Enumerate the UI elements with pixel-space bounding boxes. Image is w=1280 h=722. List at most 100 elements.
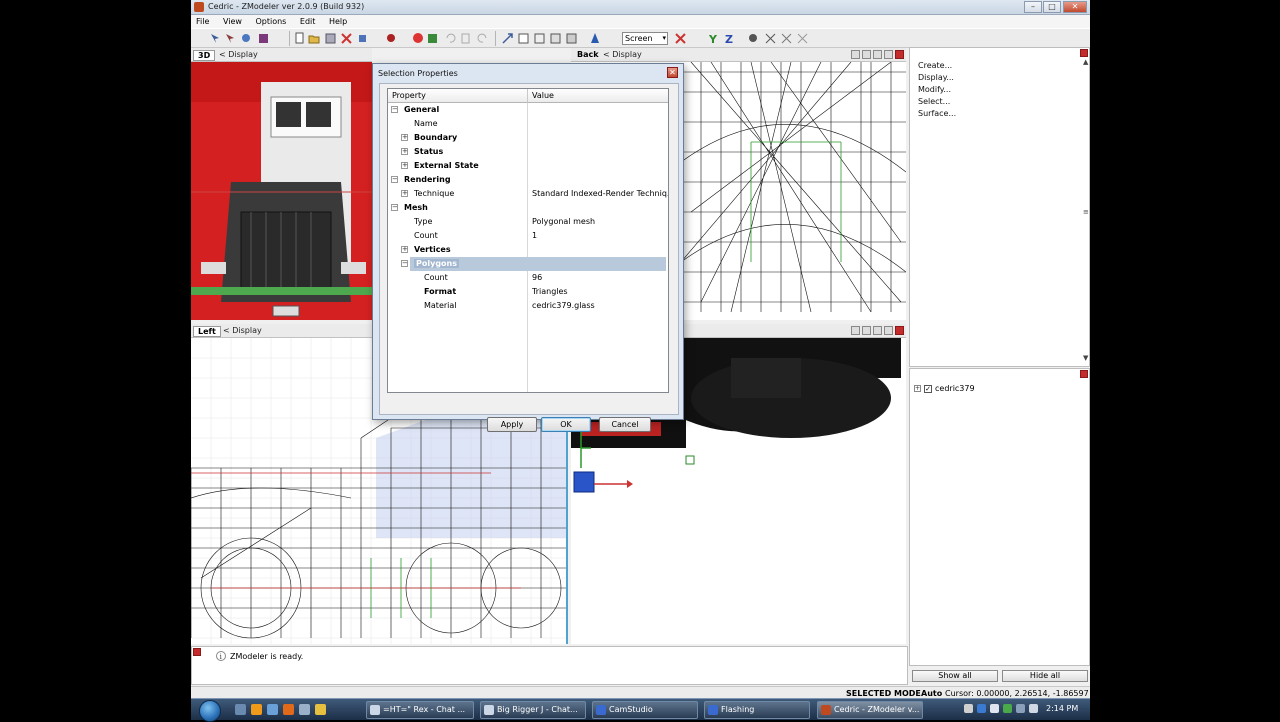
column-header-value[interactable]: Value <box>528 89 668 103</box>
maximize-view-icon[interactable] <box>884 50 893 59</box>
taskbar-item[interactable]: Flashing <box>704 701 810 719</box>
close-log-icon[interactable] <box>193 648 201 656</box>
cancel-button[interactable]: Cancel <box>599 417 651 432</box>
select-mode-icon[interactable] <box>257 32 270 45</box>
cmd-surface[interactable]: Surface... <box>918 108 1089 120</box>
folder-icon[interactable] <box>299 704 310 715</box>
viewport-display-menu[interactable]: < Display <box>219 50 258 59</box>
property-row[interactable]: + Vertices <box>388 243 668 257</box>
viewport-name[interactable]: 3D <box>193 50 216 61</box>
expand-icon[interactable]: + <box>401 148 408 155</box>
new-file-icon[interactable] <box>293 32 306 45</box>
viewport-name[interactable]: Back <box>573 50 603 61</box>
media-player-icon[interactable] <box>251 704 262 715</box>
close-view-icon[interactable] <box>895 326 904 335</box>
menu-options[interactable]: Options <box>255 15 286 28</box>
menu-file[interactable]: File <box>196 15 209 28</box>
network-icon[interactable] <box>1016 704 1025 713</box>
collapse-icon[interactable]: − <box>391 106 398 113</box>
property-value[interactable]: 1 <box>532 231 537 240</box>
pan-icon[interactable] <box>862 50 871 59</box>
view-3d-icon[interactable] <box>565 32 578 45</box>
select-add-icon[interactable] <box>224 32 237 45</box>
property-value[interactable]: Triangles <box>532 287 568 296</box>
property-row[interactable]: − General <box>388 103 668 117</box>
open-file-icon[interactable] <box>308 32 321 45</box>
move-tool-icon[interactable] <box>501 32 514 45</box>
select-tool-icon[interactable] <box>209 32 222 45</box>
cmd-modify[interactable]: Modify... <box>918 84 1089 96</box>
coordinate-system-select[interactable]: Screen ▾ <box>622 32 668 45</box>
copy-icon[interactable] <box>357 32 370 45</box>
collapse-icon[interactable]: − <box>391 176 398 183</box>
collapse-icon[interactable]: − <box>391 204 398 211</box>
property-row[interactable]: + External State <box>388 159 668 173</box>
cmd-select[interactable]: Select... <box>918 96 1089 108</box>
axis-lock-icon[interactable] <box>674 32 687 45</box>
viewport-3d[interactable]: 3D < Display <box>191 48 372 320</box>
menu-view[interactable]: View <box>223 15 242 28</box>
light-icon[interactable] <box>589 32 602 45</box>
expand-icon[interactable]: + <box>401 246 408 253</box>
redo-icon[interactable] <box>476 32 489 45</box>
taskbar-item[interactable]: =HT=" Rex - Chat ... <box>366 701 474 719</box>
close-panel-icon[interactable] <box>1080 49 1088 57</box>
rotate-view-icon[interactable] <box>873 326 882 335</box>
ok-button[interactable]: OK <box>541 417 591 432</box>
clipboard-icon[interactable] <box>459 32 472 45</box>
tray-expand-icon[interactable] <box>964 704 973 713</box>
tray-icon[interactable] <box>990 704 999 713</box>
dialog-close-button[interactable]: ✕ <box>667 67 678 78</box>
property-row[interactable]: Name <box>388 117 668 131</box>
maximize-button[interactable]: □ <box>1043 1 1061 13</box>
scroll-down-icon[interactable]: ▼ <box>1083 354 1088 362</box>
taskbar-clock[interactable]: 2:14 PM <box>1046 704 1078 713</box>
texture-icon[interactable] <box>426 32 439 45</box>
property-row[interactable]: Type Polygonal mesh <box>388 215 668 229</box>
taskbar-item[interactable]: Big Rigger J - Chat... <box>480 701 586 719</box>
tray-icon[interactable] <box>1003 704 1012 713</box>
view-top-icon[interactable] <box>517 32 530 45</box>
maximize-view-icon[interactable] <box>884 326 893 335</box>
property-row[interactable]: Count 96 <box>388 271 668 285</box>
zoom-icon[interactable] <box>851 50 860 59</box>
expand-icon[interactable]: + <box>401 162 408 169</box>
cmd-create[interactable]: Create... <box>918 60 1089 72</box>
zoom-icon[interactable] <box>851 326 860 335</box>
property-value[interactable]: Polygonal mesh <box>532 217 595 226</box>
property-row[interactable]: − Rendering <box>388 173 668 187</box>
property-row[interactable]: Count 1 <box>388 229 668 243</box>
close-view-icon[interactable] <box>895 50 904 59</box>
viewport-name[interactable]: Left <box>193 326 221 337</box>
property-row[interactable]: + Technique Standard Indexed-Render Techni… <box>388 187 668 201</box>
tree-item-object[interactable]: + ✓ cedric379 <box>914 384 975 393</box>
explorer-icon[interactable] <box>267 704 278 715</box>
material-icon[interactable] <box>385 32 398 45</box>
property-row[interactable]: − Mesh <box>388 201 668 215</box>
axis-y-icon[interactable]: Y <box>707 32 720 46</box>
taskbar-item[interactable]: CamStudio <box>592 701 698 719</box>
save-file-icon[interactable] <box>324 32 337 45</box>
property-row[interactable]: + Status <box>388 145 668 159</box>
property-value[interactable]: 96 <box>532 273 542 282</box>
scroll-up-icon[interactable]: ▲ <box>1083 58 1088 66</box>
property-row[interactable]: − Polygons <box>388 257 668 271</box>
firefox-icon[interactable] <box>283 704 294 715</box>
render-icon[interactable] <box>412 32 425 45</box>
menu-help[interactable]: Help <box>329 15 347 28</box>
rotate-tool-icon[interactable] <box>780 32 793 45</box>
grid-icon[interactable] <box>764 32 777 45</box>
expand-icon[interactable]: + <box>401 134 408 141</box>
close-panel-icon[interactable] <box>1080 370 1088 378</box>
viewport-display-menu[interactable]: < Display <box>223 326 262 335</box>
volume-icon[interactable] <box>1029 704 1038 713</box>
apply-button[interactable]: Apply <box>487 417 537 432</box>
command-panel-scrollbar[interactable]: ▲ ≡ ▼ <box>1081 58 1089 368</box>
property-row[interactable]: Format Triangles <box>388 285 668 299</box>
column-header-property[interactable]: Property <box>388 89 528 103</box>
property-value[interactable]: cedric379.glass <box>532 301 595 310</box>
cmd-display[interactable]: Display... <box>918 72 1089 84</box>
hide-all-button[interactable]: Hide all <box>1002 670 1088 682</box>
property-row[interactable]: + Boundary <box>388 131 668 145</box>
undo-icon[interactable] <box>444 32 457 45</box>
